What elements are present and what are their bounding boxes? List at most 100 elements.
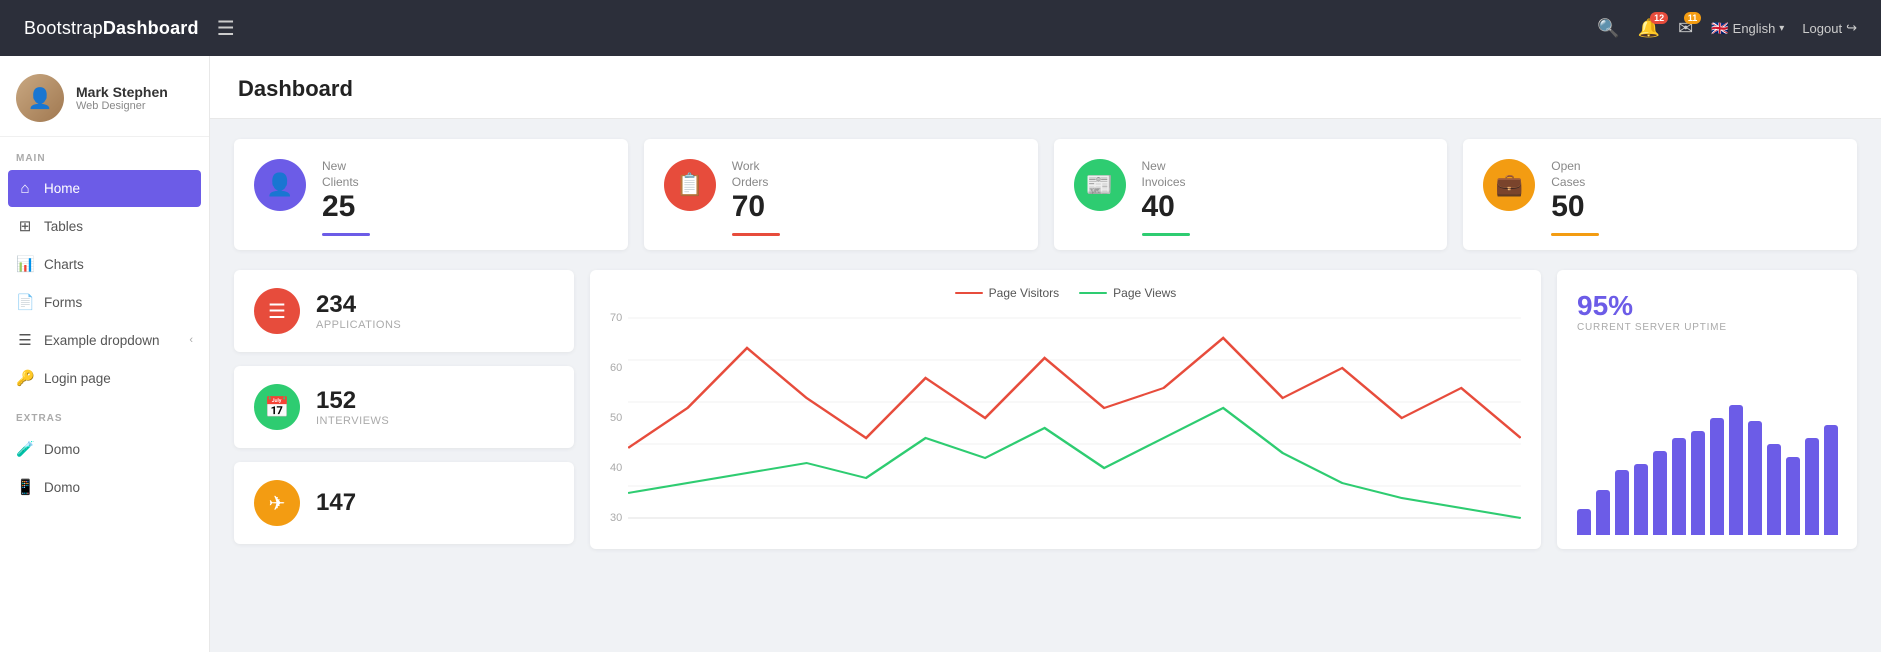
visitors-line-legend	[955, 292, 983, 294]
sidebar-main-label: MAIN	[0, 137, 209, 170]
legend-visitors-label: Page Visitors	[989, 286, 1059, 300]
sidebar-item-forms[interactable]: 📄 Forms	[0, 283, 209, 321]
cases-label: OpenCases	[1551, 159, 1599, 190]
orders-info: WorkOrders 70	[732, 159, 780, 236]
offers-value: 147	[316, 489, 356, 517]
offers-icon: ✈	[254, 480, 300, 526]
uptime-percent: 95%	[1577, 290, 1837, 322]
main-layout: 👤 Mark Stephen Web Designer MAIN ⌂ Home …	[0, 56, 1881, 652]
content-body: 👤 NewClients 25 📋 WorkOrders 70	[210, 119, 1881, 569]
invoices-bar	[1142, 233, 1190, 236]
bar-col	[1577, 509, 1591, 535]
domo2-icon: 📱	[16, 478, 34, 496]
applications-value: 234	[316, 291, 401, 319]
interviews-label: INTERVIEWS	[316, 415, 389, 427]
notifications-button[interactable]: 🔔 12	[1638, 18, 1660, 39]
bar-col	[1672, 438, 1686, 536]
topbar-right: 🔍 🔔 12 ✉ 11 🇬🇧 English ▾ Logout ↪	[1597, 18, 1857, 39]
sidebar-item-example-dropdown[interactable]: ☰ Example dropdown ‹	[0, 321, 209, 359]
orders-bar	[732, 233, 780, 236]
page-title: Dashboard	[238, 76, 1853, 102]
sidebar-item-label: Login page	[44, 371, 111, 386]
flag-icon: 🇬🇧	[1711, 20, 1728, 37]
notifications-badge: 12	[1650, 12, 1668, 24]
cases-value: 50	[1551, 190, 1599, 223]
bar-col	[1786, 457, 1800, 535]
sidebar-item-label: Home	[44, 181, 80, 196]
home-icon: ⌂	[16, 180, 34, 197]
sidebar-item-charts[interactable]: 📊 Charts	[0, 245, 209, 283]
chevron-down-icon: ▾	[1779, 23, 1784, 34]
stat-cards-row: 👤 NewClients 25 📋 WorkOrders 70	[234, 139, 1857, 250]
bar-col	[1634, 464, 1648, 536]
sidebar-item-label: Domo	[44, 480, 80, 495]
bar-col	[1767, 444, 1781, 535]
sidebar: 👤 Mark Stephen Web Designer MAIN ⌂ Home …	[0, 56, 210, 652]
line-chart-card: Page Visitors Page Views 70 60 50 40	[590, 270, 1541, 549]
chart-area	[628, 308, 1521, 533]
bar-col	[1748, 421, 1762, 535]
topbar: BootstrapDashboard ☰ 🔍 🔔 12 ✉ 11 🇬🇧 Engl…	[0, 0, 1881, 56]
sidebar-item-tables[interactable]: ⊞ Tables	[0, 207, 209, 245]
bottom-row: ☰ 234 APPLICATIONS 📅 152 INTERVIEWS	[234, 270, 1857, 549]
mini-cards-column: ☰ 234 APPLICATIONS 📅 152 INTERVIEWS	[234, 270, 574, 549]
sidebar-extras-label: EXTRAS	[0, 397, 209, 430]
bar-chart	[1577, 405, 1837, 535]
invoices-info: NewInvoices 40	[1142, 159, 1190, 236]
chevron-icon: ‹	[189, 334, 193, 346]
bar-col	[1729, 405, 1743, 535]
search-icon: 🔍	[1597, 18, 1619, 39]
orders-value: 70	[732, 190, 780, 223]
hamburger-icon[interactable]: ☰	[217, 16, 235, 41]
cases-icon: 💼	[1483, 159, 1535, 211]
avatar: 👤	[16, 74, 64, 122]
legend-views: Page Views	[1079, 286, 1176, 300]
sidebar-item-label: Domo	[44, 442, 80, 457]
cases-bar	[1551, 233, 1599, 236]
chart-with-axis: 70 60 50 40 30	[610, 308, 1521, 533]
y-axis-labels: 70 60 50 40 30	[610, 308, 622, 528]
interviews-icon: 📅	[254, 384, 300, 430]
clients-bar	[322, 233, 370, 236]
sidebar-item-home[interactable]: ⌂ Home	[8, 170, 201, 207]
interviews-value: 152	[316, 387, 389, 415]
sidebar-item-domo1[interactable]: 🧪 Domo	[0, 430, 209, 468]
clients-icon: 👤	[254, 159, 306, 211]
tables-icon: ⊞	[16, 217, 34, 235]
stat-card-invoices: 📰 NewInvoices 40	[1054, 139, 1448, 250]
stat-card-cases: 💼 OpenCases 50	[1463, 139, 1857, 250]
mini-card-applications: ☰ 234 APPLICATIONS	[234, 270, 574, 352]
uptime-label: CURRENT SERVER UPTIME	[1577, 322, 1837, 333]
clients-info: NewClients 25	[322, 159, 370, 236]
mini-card-interviews: 📅 152 INTERVIEWS	[234, 366, 574, 448]
logout-button[interactable]: Logout ↪	[1802, 20, 1857, 36]
brand-logo: BootstrapDashboard	[24, 18, 199, 39]
main-content: Dashboard 👤 NewClients 25 📋 WorkOrders	[210, 56, 1881, 652]
invoices-label: NewInvoices	[1142, 159, 1190, 190]
sidebar-item-label: Tables	[44, 219, 83, 234]
cases-info: OpenCases 50	[1551, 159, 1599, 236]
search-button[interactable]: 🔍	[1597, 18, 1619, 39]
messages-badge: 11	[1684, 12, 1702, 24]
bar-col	[1615, 470, 1629, 535]
page-header: Dashboard	[210, 56, 1881, 119]
line-chart-svg	[628, 308, 1521, 528]
invoices-value: 40	[1142, 190, 1190, 223]
avatar-image: 👤	[16, 74, 64, 122]
clients-label: NewClients	[322, 159, 370, 190]
language-selector[interactable]: 🇬🇧 English ▾	[1711, 20, 1784, 37]
mini-card-offers-partial: ✈ 147	[234, 462, 574, 544]
sidebar-item-domo2[interactable]: 📱 Domo	[0, 468, 209, 506]
logout-icon: ↪	[1846, 20, 1857, 36]
bar-col	[1824, 425, 1838, 536]
bar-col	[1653, 451, 1667, 536]
messages-button[interactable]: ✉ 11	[1678, 18, 1693, 39]
bar-col	[1710, 418, 1724, 535]
clients-value: 25	[322, 190, 370, 223]
invoices-icon: 📰	[1074, 159, 1126, 211]
legend-views-label: Page Views	[1113, 286, 1176, 300]
orders-icon: 📋	[664, 159, 716, 211]
applications-info: 234 APPLICATIONS	[316, 291, 401, 331]
interviews-info: 152 INTERVIEWS	[316, 387, 389, 427]
sidebar-item-login[interactable]: 🔑 Login page	[0, 359, 209, 397]
